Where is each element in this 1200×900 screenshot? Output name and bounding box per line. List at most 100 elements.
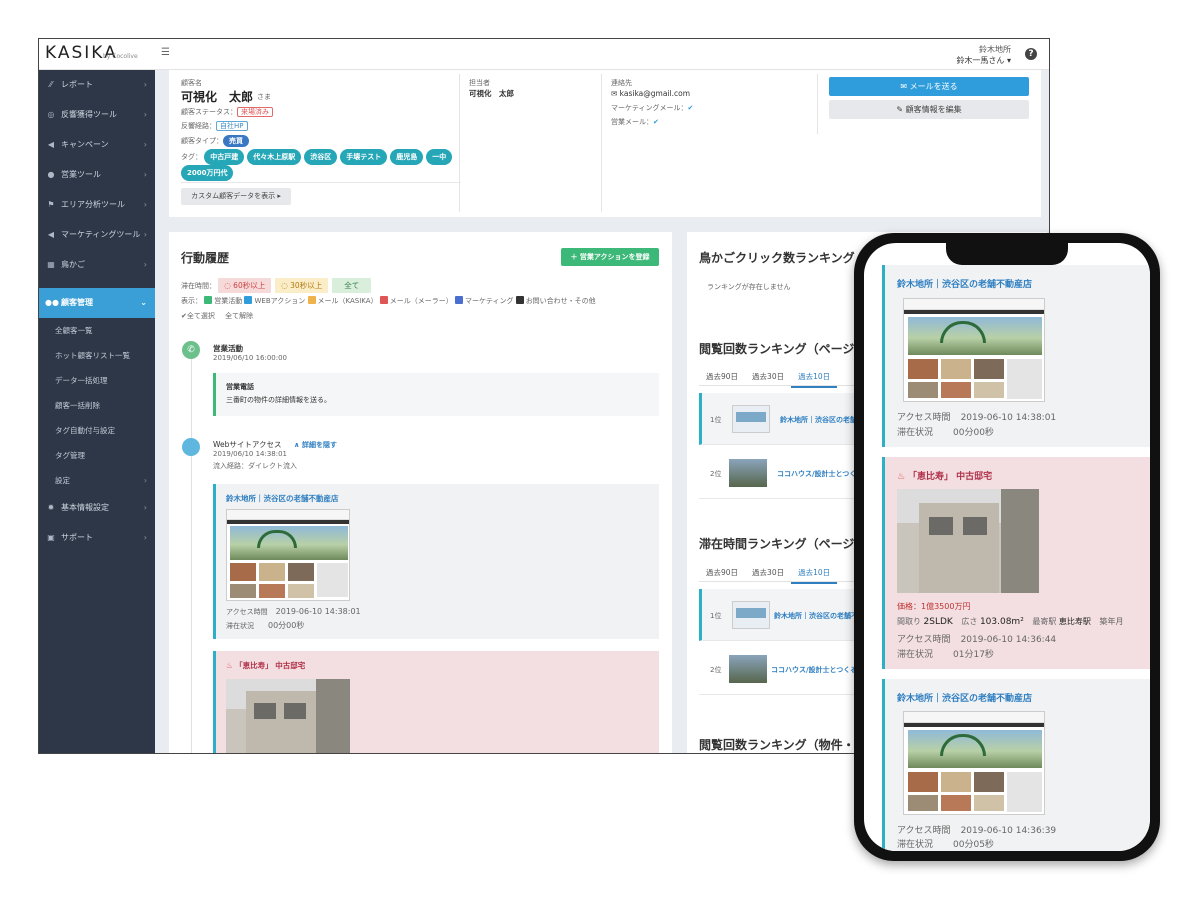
tag-item[interactable]: 鹿児島 — [390, 149, 424, 165]
stay-status-label: 滞在状況 — [226, 622, 254, 630]
sidebar-item-basic-settings[interactable]: ✹ 基本情報設定 › — [39, 493, 155, 523]
users-icon: ●● — [45, 298, 59, 307]
sidebar-item-lead-tools[interactable]: ◎ 反響獲得ツール › — [39, 100, 155, 130]
sidebar-item-area-analysis[interactable]: ⚑ エリア分析ツール › — [39, 190, 155, 220]
activity-history-panel: 行動履歴 ＋ 営業アクションを登録 滞在時間： ◌ 60秒以上 ◌ 30秒以上 全て… — [169, 232, 672, 753]
sidebar-sub-tag-manage[interactable]: タグ管理 — [39, 443, 155, 468]
sidebar-item-marketing[interactable]: ◀ マーケティングツール › — [39, 220, 155, 250]
user-menu[interactable]: 鈴木一馬さん ▾ — [956, 55, 1011, 66]
ranking-page-link[interactable]: ココハウス/設計士とつくる — [777, 469, 863, 479]
edit-customer-button[interactable]: ✎ 顧客情報を編集 — [829, 100, 1029, 119]
help-icon[interactable]: ? — [1025, 48, 1037, 60]
fire-icon: ♨ — [897, 472, 908, 482]
event-title: 営業活動 — [213, 344, 243, 353]
page-visit-card: 鈴木地所｜渋谷区の老舗不動産店 アクセス時間 2019-06-10 14:38:0… — [213, 484, 659, 639]
mail-icon: ✉ — [611, 89, 620, 98]
property-title-link[interactable]: 「恵比寿」 中古邸宅 — [908, 472, 992, 482]
event-date: 2019/06/10 14:38:01 — [213, 450, 288, 458]
filter-sales[interactable]: 営業活動 — [204, 296, 242, 305]
tag-item[interactable]: 2000万円代 — [181, 165, 234, 181]
stay-chip-30[interactable]: ◌ 30秒以上 — [275, 278, 329, 293]
rep-name: 可視化 太郎 — [469, 89, 514, 98]
type-badge: 売買 — [223, 135, 249, 147]
page-title-link[interactable]: 鈴木地所｜渋谷区の老舗不動産店 — [897, 691, 1032, 704]
show-custom-data-button[interactable]: カスタム顧客データを表示 ▸ — [181, 188, 291, 205]
tag-item[interactable]: 渋谷区 — [304, 149, 338, 165]
access-time-value: 2019-06-10 14:36:44 — [960, 635, 1057, 645]
stay-status-label: 滞在状況 — [897, 650, 934, 660]
register-sales-action-button[interactable]: ＋ 営業アクションを登録 — [561, 248, 659, 266]
tag-item[interactable]: 中古戸建 — [204, 149, 245, 165]
sidebar-sub-bulk-data[interactable]: データ一括処理 — [39, 368, 155, 393]
filter-web[interactable]: WEBアクション — [244, 296, 305, 305]
event-source: 流入経路：ダイレクト流入 — [213, 462, 297, 470]
phone-icon: ✆ — [182, 341, 200, 359]
sidebar-item-customers[interactable]: ●● 顧客管理 ⌄ — [39, 288, 155, 318]
tag-list: タグ： 中古戸建 代々木上原駅 渋谷区 手壊テスト 鹿児島 一中 2000万円代 — [181, 149, 461, 181]
tab-10-days[interactable]: 過去10日 — [791, 366, 838, 388]
property-specs: 間取り 2SLDK 広さ 103.08m² 最寄駅 恵比寿駅 築年月 — [897, 617, 1124, 627]
email-address[interactable]: kasika@gmail.com — [620, 89, 690, 98]
sidebar-item-support[interactable]: ▣ サポート › — [39, 523, 155, 553]
grid-icon: ▦ — [47, 260, 55, 269]
stay-ranking-title: 滞在時間ランキング（ページ別） — [699, 537, 879, 551]
site-thumbnail — [226, 509, 350, 601]
deselect-all-link[interactable]: 全て解除 — [225, 312, 253, 320]
sidebar-item-report[interactable]: ⁄⁄ レポート › — [39, 70, 155, 100]
stay-filter: 滞在時間： ◌ 60秒以上 ◌ 30秒以上 全て — [181, 278, 375, 293]
filter-inquiry[interactable]: お問い合わせ・その他 — [515, 296, 596, 305]
tab-90-days[interactable]: 過去90日 — [699, 366, 745, 388]
user-company: 鈴木地所 — [979, 45, 1011, 54]
stay-chip-60[interactable]: ◌ 60秒以上 — [218, 278, 272, 293]
fire-icon: ◌ — [224, 281, 234, 290]
sidebar-sub-settings[interactable]: 設定 › — [39, 468, 155, 493]
access-time-label: アクセス時間 — [226, 608, 268, 616]
property-visit-card: ♨ 「恵比寿」 中古邸宅 — [213, 651, 659, 753]
tag-item[interactable]: 代々木上原駅 — [247, 149, 302, 165]
site-thumbnail — [903, 711, 1045, 815]
stay-status-value: 00分00秒 — [953, 428, 994, 438]
checkbox-icon — [307, 296, 316, 304]
route-badge: 自社HP — [216, 121, 248, 131]
filter-marketing[interactable]: マーケティング — [455, 296, 513, 305]
stay-chip-all[interactable]: 全て — [332, 278, 372, 293]
tab-10-days[interactable]: 過去10日 — [791, 562, 838, 584]
rank-number: 1位 — [710, 612, 722, 620]
tab-90-days[interactable]: 過去90日 — [699, 562, 745, 584]
menu-icon[interactable]: ☰ — [161, 47, 170, 58]
select-all-link[interactable]: ✔全て選択 — [181, 312, 215, 320]
tab-30-days[interactable]: 過去30日 — [745, 562, 791, 584]
sidebar-item-campaign[interactable]: ◀ キャンペーン › — [39, 130, 155, 160]
page-thumbnail — [732, 601, 770, 629]
access-time-label: アクセス時間 — [897, 413, 951, 423]
web-icon — [182, 438, 200, 456]
phone-property-visit-card: ♨ 「恵比寿」 中古邸宅 価格：1億3500万円 間取り 2SLDK 広さ 10… — [882, 457, 1150, 669]
sidebar-item-sales-tools[interactable]: ● 営業ツール › — [39, 160, 155, 190]
sidebar-sub-bulk-delete[interactable]: 顧客一括削除 — [39, 393, 155, 418]
property-title-link[interactable]: 「恵比寿」 中古邸宅 — [235, 661, 305, 670]
rank-number: 2位 — [710, 666, 722, 674]
top-bar: KASIKA by Cocolive ☰ 鈴木地所 鈴木一馬さん ▾ ? — [39, 39, 1049, 70]
access-time-value: 2019-06-10 14:38:01 — [960, 413, 1057, 423]
sidebar-sub-all-customers[interactable]: 全顧客一覧 — [39, 318, 155, 343]
gear-icon: ✹ — [47, 503, 55, 512]
page-title-link[interactable]: 鈴木地所｜渋谷区の老舗不動産店 — [226, 493, 339, 504]
sidebar-item-birdcage[interactable]: ▦ 鳥かご › — [39, 250, 155, 280]
property-photo — [897, 489, 1039, 593]
filter-mail-kasika[interactable]: メール（KASIKA） — [307, 296, 378, 305]
filter-mail-mailer[interactable]: メール（メーラー） — [379, 296, 453, 305]
hide-details-link[interactable]: ∧ 詳細を隠す — [294, 441, 337, 449]
chart-icon: ⁄⁄ — [49, 80, 53, 89]
sales-mail-label: 営業メール： — [611, 118, 653, 126]
ranking-page-link[interactable]: ココハウス/設計士とつくる — [771, 665, 857, 675]
sidebar-sub-auto-tag[interactable]: タグ自動付与設定 — [39, 418, 155, 443]
send-mail-button[interactable]: ✉ メールを送る — [829, 77, 1029, 96]
tag-item[interactable]: 手壊テスト — [340, 149, 388, 165]
bullhorn-icon: ◀ — [47, 230, 55, 239]
rank-number: 2位 — [710, 470, 722, 478]
page-thumbnail — [729, 655, 767, 683]
sidebar-sub-hot-list[interactable]: ホット顧客リスト一覧 — [39, 343, 155, 368]
tab-30-days[interactable]: 過去30日 — [745, 366, 791, 388]
tag-item[interactable]: 一中 — [426, 149, 453, 165]
page-title-link[interactable]: 鈴木地所｜渋谷区の老舗不動産店 — [897, 277, 1032, 290]
